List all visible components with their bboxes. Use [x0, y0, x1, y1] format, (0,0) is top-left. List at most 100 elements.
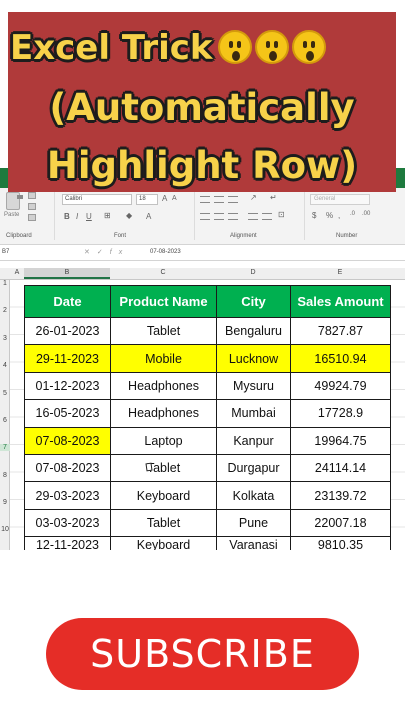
- increase-decimal-icon[interactable]: .0: [350, 211, 355, 217]
- sales-table: Date Product Name City Sales Amount 26-0…: [24, 285, 391, 550]
- shrink-font-icon[interactable]: A: [172, 195, 177, 202]
- table-row: 01-12-2023 Headphones Mysuru 49924.79: [24, 371, 391, 401]
- align-left-icon[interactable]: [200, 213, 210, 220]
- name-box[interactable]: B7: [2, 249, 52, 259]
- cell-city[interactable]: Varanasi: [216, 536, 291, 550]
- number-format-select[interactable]: General: [310, 194, 370, 205]
- decrease-decimal-icon[interactable]: .00: [362, 211, 370, 217]
- cell-sales[interactable]: 17728.9: [290, 399, 391, 428]
- cell-date[interactable]: 01-12-2023: [24, 371, 111, 401]
- align-right-icon[interactable]: [228, 213, 238, 220]
- copy-icon[interactable]: [28, 203, 36, 210]
- cell-date[interactable]: 07-08-2023: [24, 453, 111, 483]
- cell-sales[interactable]: 24114.14: [290, 453, 391, 483]
- enter-icon[interactable]: ✓: [97, 249, 110, 256]
- row-header[interactable]: 8: [0, 472, 10, 479]
- cell-date[interactable]: 29-11-2023: [24, 344, 111, 373]
- column-header-d[interactable]: D: [216, 269, 290, 276]
- row-header[interactable]: 2: [0, 307, 10, 314]
- column-header-a[interactable]: A: [10, 269, 24, 276]
- grow-font-icon[interactable]: A: [162, 194, 167, 203]
- cell-city[interactable]: Bengaluru: [216, 316, 291, 346]
- row-header[interactable]: 3: [0, 335, 10, 342]
- cell-date[interactable]: 26-01-2023: [24, 316, 111, 346]
- insert-function-icon[interactable]: fx: [110, 249, 129, 256]
- row-header[interactable]: 6: [0, 417, 10, 424]
- row-header[interactable]: 4: [0, 362, 10, 369]
- cell-product[interactable]: Tablet: [110, 453, 217, 483]
- cell-sales[interactable]: 19964.75: [290, 426, 391, 455]
- cell-city[interactable]: Mysuru: [216, 371, 291, 401]
- cell-sales[interactable]: 9810.35: [290, 536, 391, 550]
- cell-product[interactable]: Mobile: [110, 344, 217, 373]
- cell-product[interactable]: Keyboard: [110, 481, 217, 510]
- header-city[interactable]: City: [216, 285, 291, 318]
- cell-city[interactable]: Kolkata: [216, 481, 291, 510]
- header-product-name[interactable]: Product Name: [110, 285, 217, 318]
- table-row-highlighted: 29-11-2023 Mobile Lucknow 16510.94: [24, 344, 391, 373]
- font-color-icon[interactable]: A: [146, 212, 151, 221]
- paste-icon[interactable]: [6, 192, 23, 210]
- formula-icons: ✕✓fx: [84, 248, 129, 256]
- font-size-select[interactable]: 18: [136, 194, 158, 205]
- cell-sales[interactable]: 7827.87: [290, 316, 391, 346]
- orientation-icon[interactable]: ↗: [250, 193, 257, 202]
- currency-icon[interactable]: $: [312, 211, 316, 220]
- percent-icon[interactable]: %: [326, 211, 333, 220]
- borders-icon[interactable]: ⊞: [104, 211, 111, 220]
- wrap-text-icon[interactable]: ↵: [270, 193, 277, 202]
- cell-date[interactable]: 03-03-2023: [24, 508, 111, 538]
- mouse-cursor-icon: [145, 462, 153, 472]
- cell-city[interactable]: Kanpur: [216, 426, 291, 455]
- cell-city[interactable]: Durgapur: [216, 453, 291, 483]
- format-painter-icon[interactable]: [28, 214, 36, 221]
- cell-city[interactable]: Mumbai: [216, 399, 291, 428]
- decrease-indent-icon[interactable]: [248, 213, 258, 220]
- comma-style-icon[interactable]: ,: [338, 211, 340, 220]
- cell-date[interactable]: 12-11-2023: [24, 536, 111, 550]
- cancel-icon[interactable]: ✕: [84, 249, 97, 256]
- increase-indent-icon[interactable]: [262, 213, 272, 220]
- column-header-e[interactable]: E: [290, 269, 390, 276]
- cell-sales[interactable]: 23139.72: [290, 481, 391, 510]
- cell-product[interactable]: Keyboard: [110, 536, 217, 550]
- table-row: 07-08-2023 Tablet Durgapur 24114.14: [24, 453, 391, 483]
- cut-icon[interactable]: [28, 192, 36, 199]
- row-header[interactable]: 7: [0, 444, 10, 451]
- cell-sales[interactable]: 49924.79: [290, 371, 391, 401]
- ribbon-divider: [304, 192, 305, 240]
- column-header-c[interactable]: C: [110, 269, 216, 276]
- cell-product[interactable]: Tablet: [110, 316, 217, 346]
- cell-product[interactable]: Laptop: [110, 426, 217, 455]
- align-bottom-icon[interactable]: [228, 196, 238, 203]
- cell-date[interactable]: 16-05-2023: [24, 399, 111, 428]
- cell-product[interactable]: Headphones: [110, 399, 217, 428]
- align-top-icon[interactable]: [200, 196, 210, 203]
- cell-product[interactable]: Tablet: [110, 508, 217, 538]
- cell-sales[interactable]: 22007.18: [290, 508, 391, 538]
- column-header-b[interactable]: B: [24, 268, 110, 279]
- italic-icon[interactable]: I: [76, 212, 78, 221]
- row-header[interactable]: 9: [0, 499, 10, 506]
- row-header[interactable]: 1: [0, 280, 10, 287]
- formula-input[interactable]: 07-08-2023: [150, 249, 181, 255]
- bold-icon[interactable]: B: [64, 212, 70, 221]
- merge-center-icon[interactable]: ⊡: [278, 210, 285, 219]
- cell-sales[interactable]: 16510.94: [290, 344, 391, 373]
- header-sales-amount[interactable]: Sales Amount: [290, 285, 391, 318]
- underline-icon[interactable]: U: [86, 212, 92, 221]
- font-name-select[interactable]: Calibri: [62, 194, 132, 205]
- fill-color-icon[interactable]: ◆: [126, 211, 132, 220]
- row-header[interactable]: 10: [0, 526, 10, 533]
- cell-city[interactable]: Pune: [216, 508, 291, 538]
- row-header[interactable]: 5: [0, 390, 10, 397]
- align-middle-icon[interactable]: [214, 196, 224, 203]
- cell-date-selected[interactable]: 07-08-2023: [24, 426, 111, 455]
- table-header-row: Date Product Name City Sales Amount: [24, 285, 391, 318]
- cell-product[interactable]: Headphones: [110, 371, 217, 401]
- header-date[interactable]: Date: [24, 285, 111, 318]
- cell-city[interactable]: Lucknow: [216, 344, 291, 373]
- align-center-icon[interactable]: [214, 213, 224, 220]
- cell-date[interactable]: 29-03-2023: [24, 481, 111, 510]
- subscribe-button[interactable]: SUBSCRIBE: [46, 618, 359, 690]
